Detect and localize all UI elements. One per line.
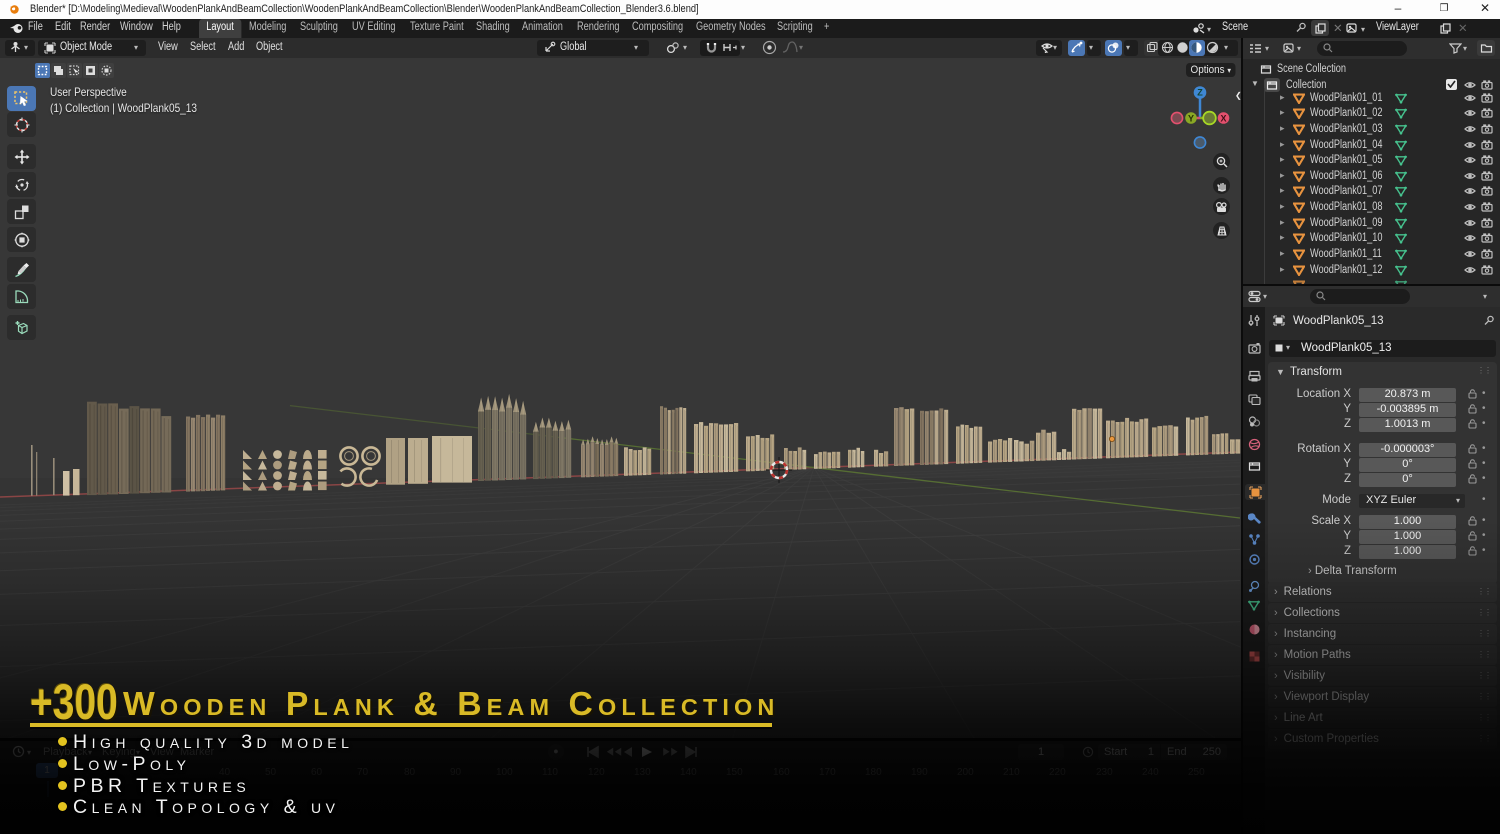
svg-text:Z: Z bbox=[1197, 88, 1203, 98]
svg-text:Y: Y bbox=[1188, 114, 1194, 124]
svg-text:X: X bbox=[1220, 114, 1226, 124]
